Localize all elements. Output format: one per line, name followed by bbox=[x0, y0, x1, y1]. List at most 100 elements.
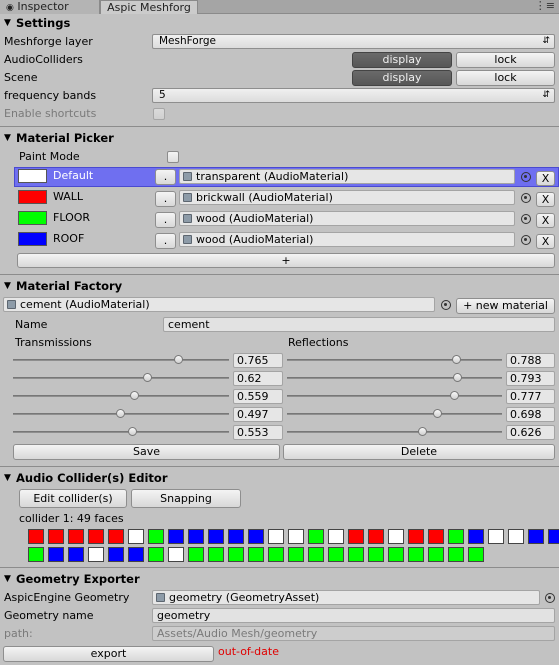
object-picker-icon[interactable] bbox=[521, 235, 531, 245]
paint-mode-checkbox[interactable] bbox=[167, 151, 179, 163]
edit-colliders-button[interactable]: Edit collider(s) bbox=[19, 489, 127, 508]
object-picker-icon[interactable] bbox=[521, 193, 531, 203]
remove-material-button[interactable]: X bbox=[536, 171, 555, 186]
collider-face[interactable] bbox=[248, 547, 264, 562]
object-picker-icon[interactable] bbox=[521, 172, 531, 182]
collider-face[interactable] bbox=[528, 529, 544, 544]
new-material-button[interactable]: + new material bbox=[456, 298, 555, 314]
reflection-value-input[interactable]: 0.626 bbox=[506, 425, 555, 440]
collider-face[interactable] bbox=[168, 529, 184, 544]
settings-header[interactable]: ▼ Settings bbox=[0, 15, 559, 32]
object-picker-icon[interactable] bbox=[521, 214, 531, 224]
reflection-value-input[interactable]: 0.788 bbox=[506, 353, 555, 368]
remove-material-button[interactable]: X bbox=[536, 234, 555, 249]
collider-face[interactable] bbox=[468, 529, 484, 544]
collider-face[interactable] bbox=[148, 529, 164, 544]
collider-face[interactable] bbox=[48, 529, 64, 544]
collider-face[interactable] bbox=[428, 529, 444, 544]
collider-face[interactable] bbox=[328, 529, 344, 544]
collider-face[interactable] bbox=[148, 547, 164, 562]
material-picker-header[interactable]: ▼ Material Picker bbox=[0, 130, 559, 147]
reflection-slider-handle[interactable] bbox=[452, 355, 462, 364]
transmission-slider-track[interactable] bbox=[13, 395, 229, 397]
reflection-slider-track[interactable] bbox=[287, 413, 502, 415]
reflection-value-input[interactable]: 0.698 bbox=[506, 407, 555, 422]
collider-face[interactable] bbox=[28, 529, 44, 544]
material-color-swatch[interactable] bbox=[18, 211, 47, 225]
audiocolliders-lock-button[interactable]: lock bbox=[456, 52, 555, 68]
reflection-slider-track[interactable] bbox=[287, 377, 502, 379]
collider-face[interactable] bbox=[108, 547, 124, 562]
collider-face[interactable] bbox=[128, 547, 144, 562]
collider-face[interactable] bbox=[428, 547, 444, 562]
collider-face[interactable] bbox=[248, 529, 264, 544]
collider-face[interactable] bbox=[228, 547, 244, 562]
material-select-button[interactable]: . bbox=[155, 169, 176, 185]
transmission-slider-handle[interactable] bbox=[128, 427, 138, 436]
collider-editor-header[interactable]: ▼ Audio Collider(s) Editor bbox=[0, 470, 559, 487]
reflection-value-input[interactable]: 0.793 bbox=[506, 371, 555, 386]
transmission-slider-handle[interactable] bbox=[116, 409, 126, 418]
material-color-swatch[interactable] bbox=[18, 169, 47, 183]
collider-face[interactable] bbox=[108, 529, 124, 544]
transmission-value-input[interactable]: 0.62 bbox=[233, 371, 283, 386]
material-select-button[interactable]: . bbox=[155, 233, 176, 249]
add-material-button[interactable]: + bbox=[17, 253, 555, 268]
collider-face[interactable] bbox=[348, 547, 364, 562]
transmission-value-input[interactable]: 0.559 bbox=[233, 389, 283, 404]
export-button[interactable]: export bbox=[3, 646, 214, 662]
material-color-swatch[interactable] bbox=[18, 232, 47, 246]
collider-face[interactable] bbox=[208, 547, 224, 562]
transmission-slider-track[interactable] bbox=[13, 377, 229, 379]
geometry-exporter-header[interactable]: ▼ Geometry Exporter bbox=[0, 571, 559, 588]
material-object-field[interactable]: transparent (AudioMaterial) bbox=[179, 169, 515, 184]
delete-button[interactable]: Delete bbox=[283, 444, 555, 460]
transmission-slider-handle[interactable] bbox=[174, 355, 184, 364]
geometry-name-input[interactable]: geometry bbox=[152, 608, 555, 623]
material-object-field[interactable]: wood (AudioMaterial) bbox=[179, 232, 515, 247]
collider-face[interactable] bbox=[228, 529, 244, 544]
collider-face[interactable] bbox=[168, 547, 184, 562]
collider-face[interactable] bbox=[448, 529, 464, 544]
transmission-slider-handle[interactable] bbox=[142, 373, 152, 382]
collider-face[interactable] bbox=[188, 529, 204, 544]
material-name-input[interactable]: cement bbox=[163, 317, 555, 332]
material-select-button[interactable]: . bbox=[155, 191, 176, 207]
tab-meshforge[interactable]: Aspic Meshforg bbox=[100, 0, 198, 14]
reflection-slider-track[interactable] bbox=[287, 395, 502, 397]
collider-face[interactable] bbox=[188, 547, 204, 562]
meshforge-layer-dropdown[interactable]: MeshForge ⇵ bbox=[152, 34, 555, 49]
collider-face[interactable] bbox=[388, 547, 404, 562]
tab-inspector[interactable]: ◉ Inspector bbox=[0, 0, 100, 14]
remove-material-button[interactable]: X bbox=[536, 213, 555, 228]
tab-menu-icon[interactable]: ⋮≡ bbox=[535, 0, 555, 12]
snapping-button[interactable]: Snapping bbox=[131, 489, 241, 508]
collider-face[interactable] bbox=[208, 529, 224, 544]
reflection-slider-track[interactable] bbox=[287, 359, 502, 361]
material-color-swatch[interactable] bbox=[18, 190, 47, 204]
material-object-field[interactable]: wood (AudioMaterial) bbox=[179, 211, 515, 226]
remove-material-button[interactable]: X bbox=[536, 192, 555, 207]
object-picker-icon[interactable] bbox=[441, 300, 451, 310]
collider-face[interactable] bbox=[348, 529, 364, 544]
object-picker-icon[interactable] bbox=[545, 593, 555, 603]
collider-face[interactable] bbox=[288, 529, 304, 544]
collider-face[interactable] bbox=[328, 547, 344, 562]
transmission-value-input[interactable]: 0.765 bbox=[233, 353, 283, 368]
frequency-bands-dropdown[interactable]: 5 ⇵ bbox=[152, 88, 555, 103]
reflection-slider-handle[interactable] bbox=[453, 373, 463, 382]
collider-face[interactable] bbox=[68, 547, 84, 562]
collider-face[interactable] bbox=[468, 547, 484, 562]
geometry-asset-field[interactable]: geometry (GeometryAsset) bbox=[152, 590, 540, 605]
collider-face[interactable] bbox=[88, 547, 104, 562]
collider-face[interactable] bbox=[368, 547, 384, 562]
transmission-slider-handle[interactable] bbox=[129, 391, 139, 400]
collider-face[interactable] bbox=[508, 529, 524, 544]
material-object-field[interactable]: brickwall (AudioMaterial) bbox=[179, 190, 515, 205]
collider-face[interactable] bbox=[128, 529, 144, 544]
reflection-slider-track[interactable] bbox=[287, 431, 502, 433]
collider-face[interactable] bbox=[88, 529, 104, 544]
material-factory-header[interactable]: ▼ Material Factory bbox=[0, 278, 559, 295]
collider-face[interactable] bbox=[448, 547, 464, 562]
factory-material-field[interactable]: cement (AudioMaterial) bbox=[3, 297, 435, 312]
